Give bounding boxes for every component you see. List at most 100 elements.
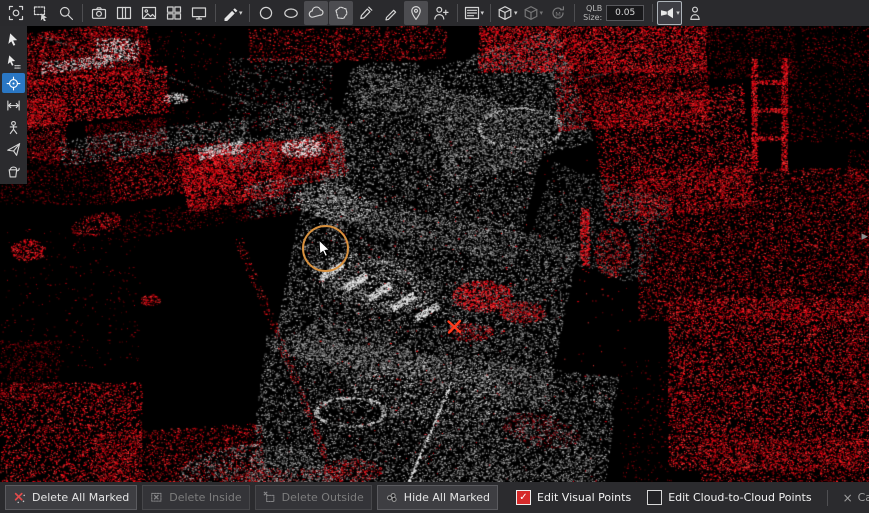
marker-pen-button[interactable]: ▾ [220,1,245,25]
pencil-icon [383,5,399,21]
fit-view-button[interactable] [4,1,28,25]
zoom-button[interactable] [54,1,78,25]
checkbox-label: Edit Visual Points [537,491,631,504]
navigate-icon [6,142,21,157]
image-icon [141,5,157,21]
cube-button[interactable]: ▾ [495,1,520,25]
view-menu-button[interactable]: ▾ [462,1,487,25]
eyedropper-icon [358,5,374,21]
edit-cloud-to-cloud-points-checkbox[interactable]: Edit Cloud-to-Cloud Points [647,490,811,505]
camera-button[interactable] [87,1,111,25]
toolbar-separator [574,4,575,22]
button-label: Delete Outside [282,491,364,504]
marker-pen-icon [222,5,238,21]
pencil-button[interactable] [379,1,403,25]
chevron-down-icon: ▾ [239,9,243,17]
cloud-select-button[interactable] [304,1,328,25]
eyedropper-button[interactable] [354,1,378,25]
toolbar-group: ▾ [462,1,487,25]
image-button[interactable] [137,1,161,25]
camera-icon [91,5,107,21]
svg-text:M: M [555,11,561,19]
navigate-button[interactable] [2,139,25,159]
toolbar-group [254,1,453,25]
zoom-icon [58,5,74,21]
hide-all-marked-button[interactable]: Hide All Marked [377,485,498,510]
toolbar-group [4,1,78,25]
select-window-button[interactable] [29,1,53,25]
checkbox-label: Edit Cloud-to-Cloud Points [668,491,811,504]
left-toolbar [0,26,27,184]
person-button[interactable] [683,1,707,25]
error-x-marker [446,318,463,335]
paint-bucket-icon [6,164,21,179]
select-window-icon [33,5,49,21]
checkbox-box: ✓ [516,490,531,505]
toolbar-group: ▾ [220,1,245,25]
toolbar-separator [490,4,491,22]
thumbnails-icon [166,5,182,21]
cube-wire-button: ▾ [521,1,546,25]
pin-button[interactable] [404,1,428,25]
check-icon: ✓ [519,493,527,503]
chevron-down-icon: ▾ [514,9,518,17]
point-cloud-viewport[interactable] [0,26,869,482]
cancel-button[interactable]: × Cancel [843,491,869,505]
qlb-size-control: QLBSize: [583,4,644,22]
marked-actions-group: Delete All Marked Delete Inside Delete Out… [5,485,498,510]
ellipse-select-icon [283,5,299,21]
measure-button[interactable] [2,95,25,115]
delete-inside-button: Delete Inside [142,485,249,510]
measure-icon [6,98,21,113]
screen-button[interactable] [187,1,211,25]
close-icon: × [843,491,853,505]
circle-select-button[interactable] [254,1,278,25]
button-label: Delete All Marked [32,491,129,504]
ellipse-select-button[interactable] [279,1,303,25]
split-view-button[interactable] [112,1,136,25]
scan-station-button[interactable] [2,117,25,137]
chevron-down-icon: ▾ [676,9,680,17]
paint-bucket-button[interactable] [2,161,25,181]
toolbar-separator [457,4,458,22]
view-menu-icon [464,5,480,21]
bottom-toolbar: Delete All Marked Delete Inside Delete Out… [0,482,869,513]
reset-m-icon: M [550,5,566,21]
cube-wire-icon [523,5,539,21]
toolbar-group [87,1,211,25]
select-marquee-button[interactable] [2,51,25,71]
spray-button[interactable]: ▾ [657,1,682,25]
split-view-icon [116,5,132,21]
edit-options-group: ✓ Edit Visual Points Edit Cloud-to-Cloud P… [508,490,820,505]
toolbar-group: ▾▾ M [495,1,570,25]
edit-visual-points-checkbox[interactable]: ✓ Edit Visual Points [516,490,631,505]
toolbar-separator [82,4,83,22]
pin-icon [408,5,424,21]
button-label: Hide All Marked [404,491,490,504]
mouse-cursor-icon [318,239,335,257]
cloud-select-icon [308,5,324,21]
toolbar-separator [215,4,216,22]
top-toolbar: ▾▾▾▾MQLBSize:▾ [0,0,869,26]
polygon-select-button[interactable] [329,1,353,25]
select-arrow-button[interactable] [2,29,25,49]
toolbar-separator [652,4,653,22]
thumbnails-button[interactable] [162,1,186,25]
mark-points-button[interactable] [2,73,25,93]
scan-station-icon [6,120,21,135]
delete-all-marked-button[interactable]: Delete All Marked [5,485,137,510]
toolbar-separator [249,4,250,22]
add-person-button[interactable] [429,1,453,25]
delete-marked-icon [13,491,27,505]
qlb-size-label: QLBSize: [583,4,602,22]
select-arrow-icon [6,32,21,47]
button-label: Delete Inside [169,491,241,504]
cancel-label: Cancel [858,491,869,504]
bottombar-separator [827,490,828,506]
panel-expand-arrow[interactable]: ▸ [861,230,868,243]
checkbox-box [647,490,662,505]
circle-select-icon [258,5,274,21]
qlb-size-input[interactable] [606,5,644,21]
select-marquee-icon [6,54,21,69]
delete-outside-icon [263,491,277,505]
